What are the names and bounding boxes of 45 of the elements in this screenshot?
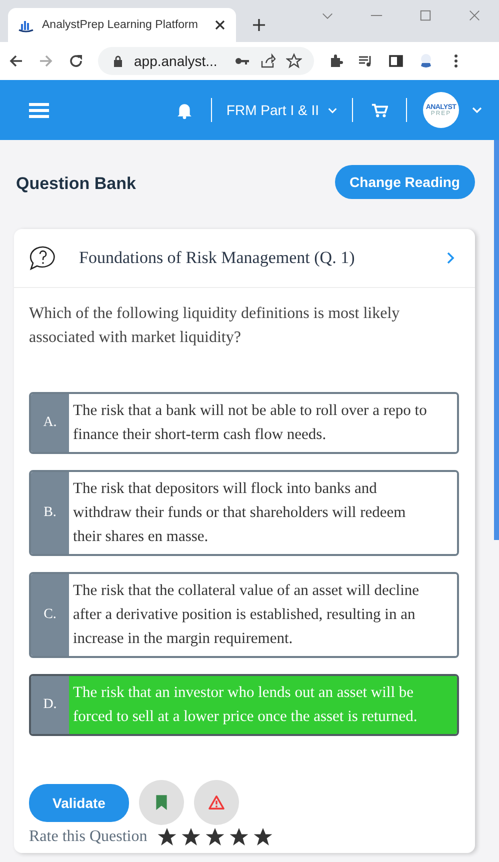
rating-label: Rate this Question [29, 828, 148, 846]
star-icon[interactable] [253, 827, 274, 847]
star-icon[interactable] [181, 827, 202, 847]
option-letter: D. [31, 676, 69, 734]
reload-icon[interactable] [68, 53, 84, 69]
back-icon[interactable] [8, 53, 24, 69]
option-text: The risk that an investor who lends out an asset will be forced to sell at a lower price once the asset is returned. [69, 676, 457, 734]
bell-icon[interactable] [176, 102, 194, 118]
new-tab-icon[interactable] [252, 18, 266, 32]
bookmark-icon [153, 794, 170, 811]
cart-icon[interactable] [371, 102, 388, 118]
browser-tab[interactable]: AnalystPrep Learning Platform [8, 8, 236, 42]
option-letter: A. [31, 394, 69, 452]
question-bubble-icon [29, 245, 57, 271]
page-title: Question Bank [16, 173, 136, 194]
star-rating[interactable] [157, 827, 274, 847]
star-icon[interactable] [229, 827, 250, 847]
lock-icon [112, 55, 124, 67]
answer-option[interactable]: C. The risk that the collateral value of an asset will decline after a derivative position is established, resulting in an increase in the margin requirement. [29, 572, 459, 658]
maximize-icon[interactable] [419, 9, 432, 22]
star-icon[interactable] [157, 827, 178, 847]
chevron-right-icon[interactable] [445, 251, 455, 265]
tab-title: AnalystPrep Learning Platform [42, 19, 199, 31]
close-icon[interactable] [214, 19, 226, 31]
answer-option[interactable]: D. The risk that an investor who lends out an asset will be forced to sell at a lower price once the asset is returned. [29, 674, 459, 736]
playlist-icon[interactable] [358, 53, 374, 69]
menu-icon[interactable] [29, 102, 49, 118]
answer-option[interactable]: A. The risk that a bank will not be able to roll over a repo to finance their short-term cash flow needs. [29, 392, 459, 454]
warning-icon [208, 794, 225, 811]
report-button[interactable] [194, 780, 239, 825]
question-text: Which of the following liquidity definitions is most likely associated with market liquidity? [29, 304, 401, 348]
puzzle-icon[interactable] [328, 53, 344, 69]
star-icon[interactable] [205, 827, 226, 847]
side-panel-icon[interactable] [388, 53, 404, 69]
share-icon[interactable] [260, 53, 276, 69]
url-text: app.analyst... [134, 53, 218, 69]
extension-logo-icon[interactable] [418, 53, 434, 69]
option-letter: B. [31, 472, 69, 554]
answer-option[interactable]: B. The risk that depositors will flock into banks and withdraw their funds or that shareholders will redeem their shares en masse. [29, 470, 459, 556]
question-title: Foundations of Risk Management (Q. 1) [79, 248, 356, 268]
address-bar[interactable]: app.analyst... [98, 47, 314, 75]
star-icon[interactable] [286, 53, 302, 69]
bookmark-button[interactable] [139, 780, 184, 825]
option-letter: C. [31, 574, 69, 656]
scrollbar[interactable] [494, 140, 499, 540]
